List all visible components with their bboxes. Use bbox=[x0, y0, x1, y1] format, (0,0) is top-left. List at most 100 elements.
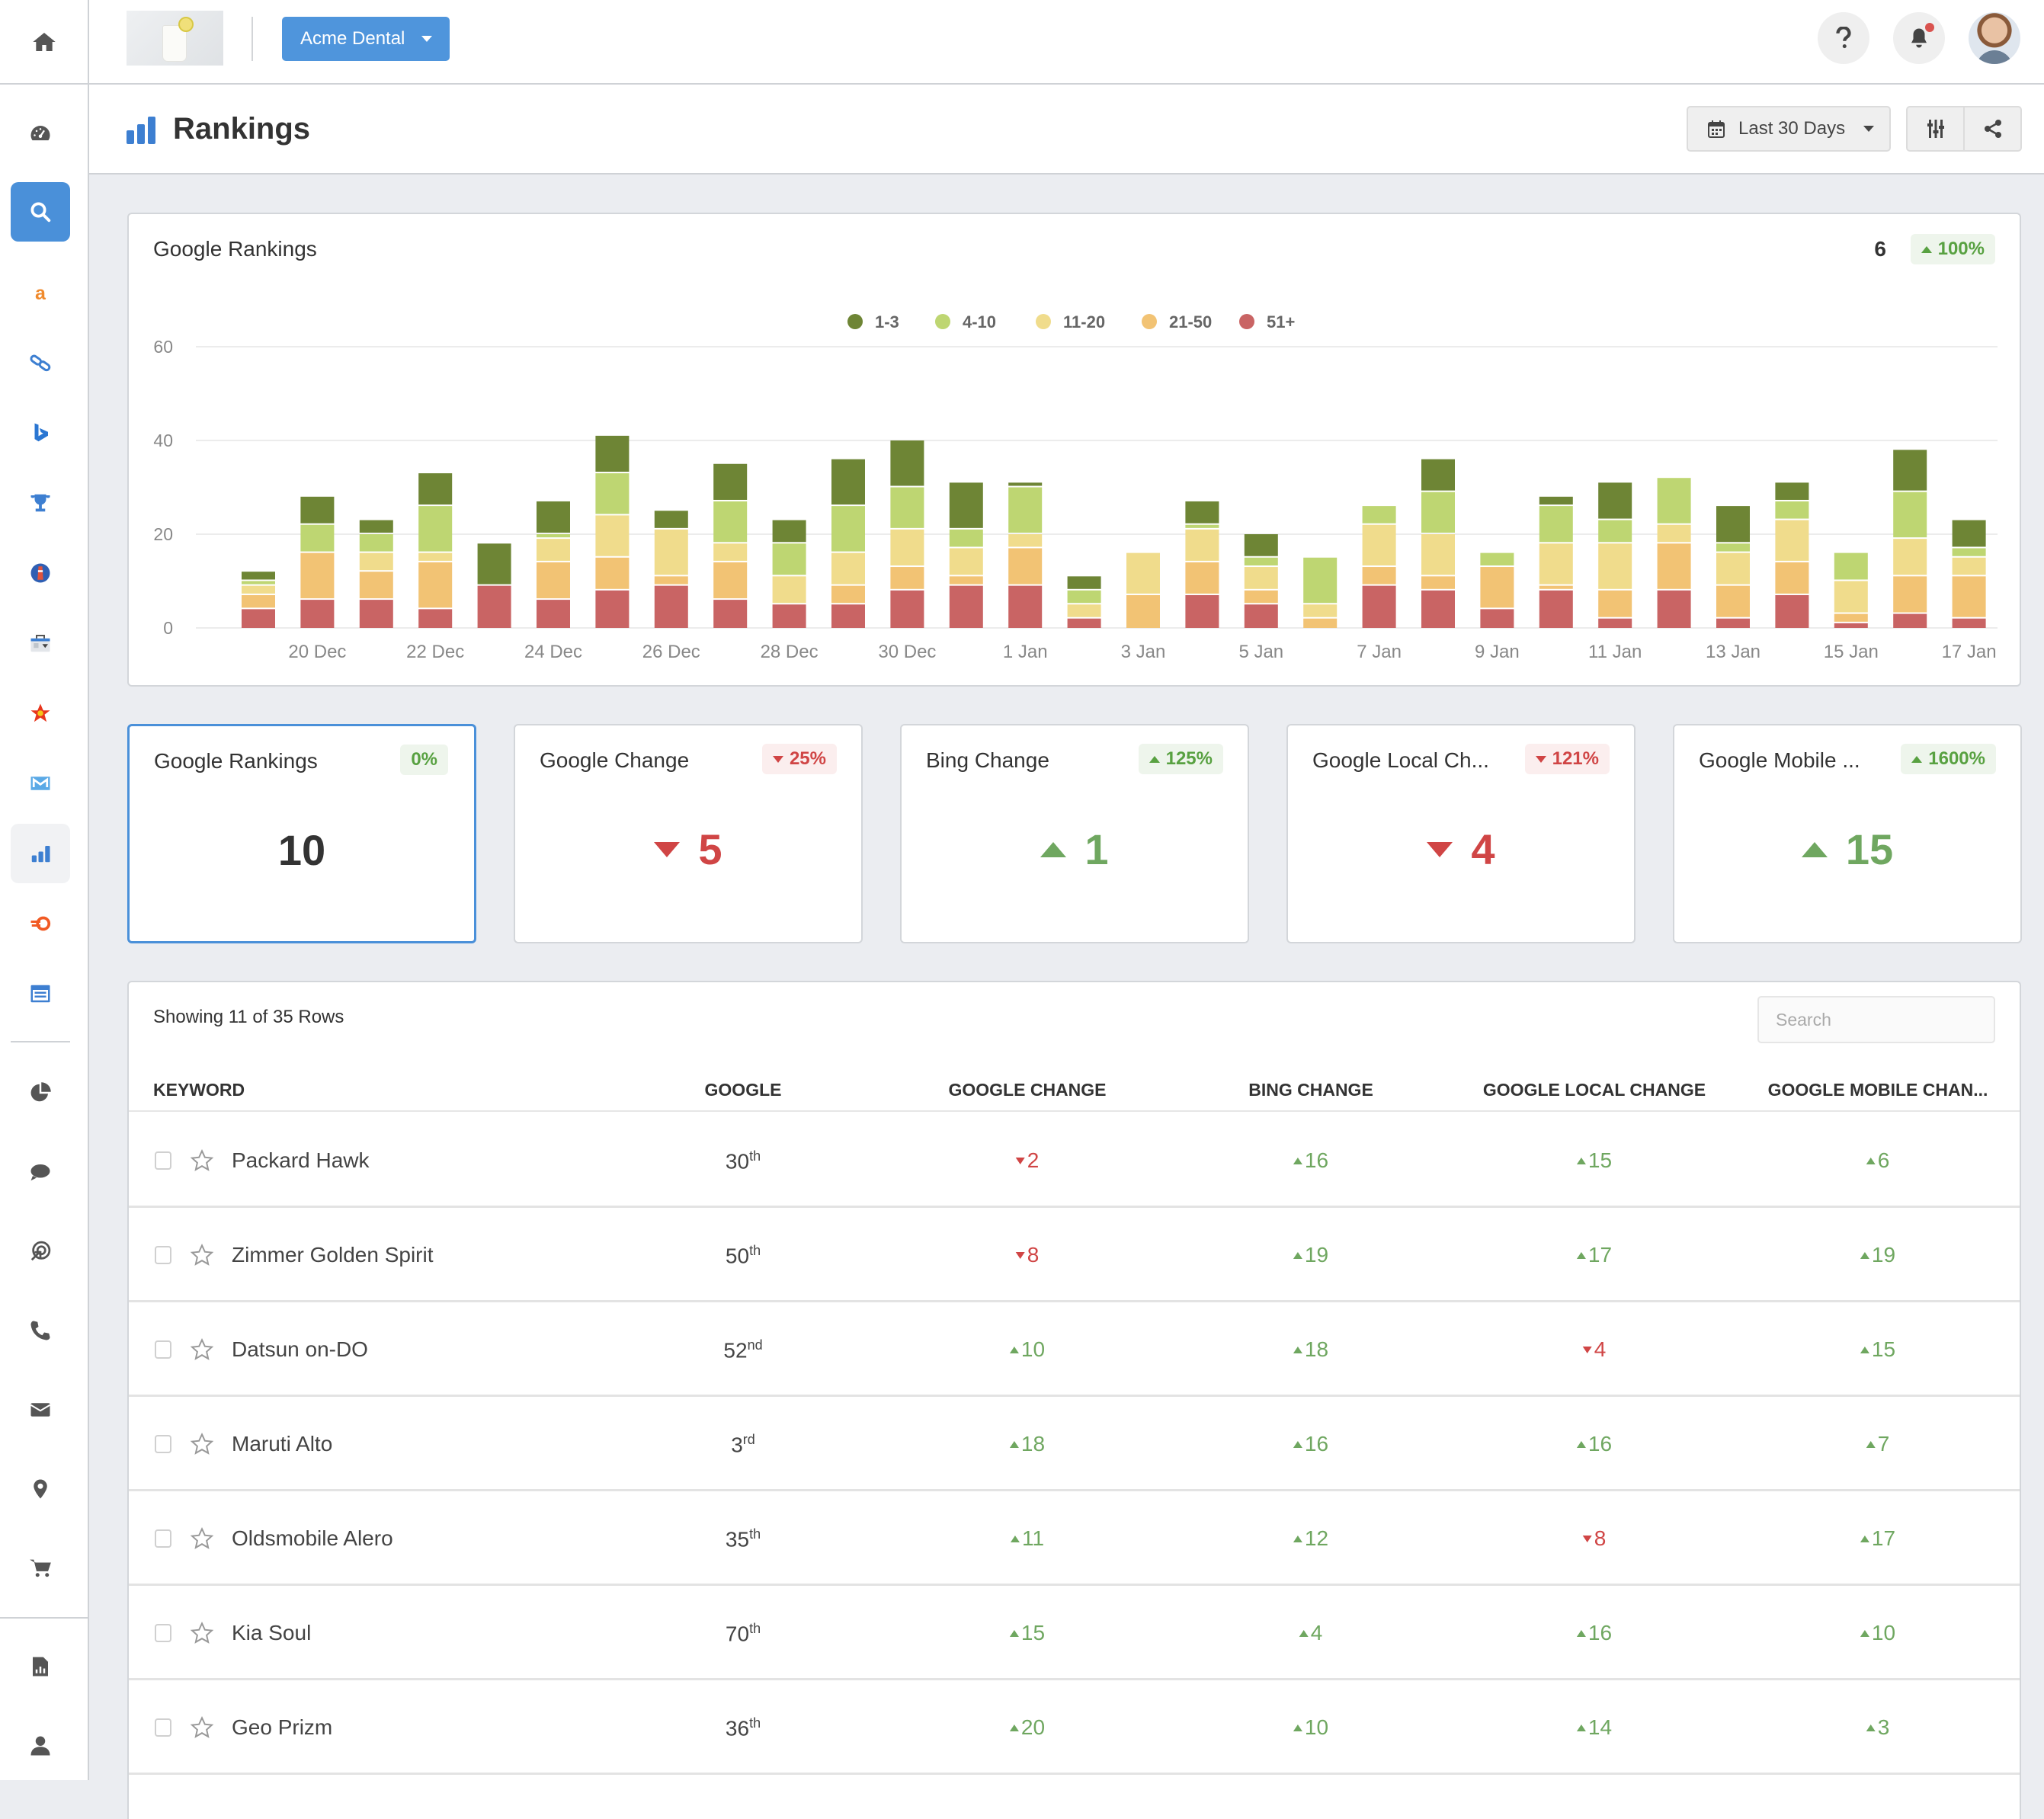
table-row[interactable]: Datsun on-DO 52nd 10 18 4 15 bbox=[129, 1302, 2020, 1397]
row-checkbox[interactable] bbox=[155, 1435, 171, 1453]
sidebar-item-email[interactable] bbox=[11, 1380, 70, 1440]
sidebar-item-analytics[interactable] bbox=[11, 1063, 70, 1122]
star-icon[interactable] bbox=[190, 1148, 214, 1173]
sidebar-item-account[interactable] bbox=[11, 1716, 70, 1776]
bar-segment-11-20 bbox=[1539, 543, 1573, 584]
column-header-google[interactable]: GOOGLE bbox=[705, 1080, 782, 1100]
column-header-google-mobile-change[interactable]: GOOGLE MOBILE CHAN... bbox=[1768, 1080, 1988, 1100]
keyword-name: Oldsmobile Alero bbox=[232, 1526, 393, 1550]
star-icon[interactable] bbox=[190, 1243, 214, 1267]
sidebar-item-semrush[interactable] bbox=[11, 894, 70, 953]
sidebar-item-seo[interactable] bbox=[11, 182, 70, 242]
stat-card-google-local-change[interactable]: Google Local Ch... 121% 4 bbox=[1286, 724, 1636, 943]
sidebar-item-lighthouse[interactable] bbox=[11, 543, 70, 603]
sidebar-item-ecommerce[interactable] bbox=[11, 1539, 70, 1598]
row-checkbox[interactable] bbox=[155, 1246, 171, 1264]
change-value: 18 bbox=[1020, 1432, 1046, 1456]
settings-button[interactable] bbox=[1908, 107, 1963, 150]
x-tick-label: 22 Dec bbox=[406, 642, 464, 662]
sidebar-item-social[interactable] bbox=[11, 1142, 70, 1202]
change-value: 16 bbox=[1587, 1432, 1613, 1456]
table-row[interactable]: Oldsmobile Alero 35th 11 12 8 17 bbox=[129, 1491, 2020, 1586]
bar-segment-4-10 bbox=[1775, 501, 1809, 519]
change-value: 15 bbox=[1587, 1148, 1613, 1172]
google-local-change-cell: 4 bbox=[1582, 1337, 1606, 1362]
search-icon bbox=[30, 202, 51, 223]
date-range-button[interactable]: Last 30 Days bbox=[1687, 106, 1891, 152]
notifications-button[interactable] bbox=[1893, 12, 1945, 64]
stat-value: 4 bbox=[1288, 825, 1634, 874]
bar-segment-51plus bbox=[831, 604, 865, 628]
sidebar-item-competitors[interactable] bbox=[11, 473, 70, 533]
sidebar-item-bing[interactable] bbox=[11, 403, 70, 463]
row-checkbox[interactable] bbox=[155, 1340, 171, 1359]
stat-label: Google Rankings bbox=[154, 749, 318, 773]
sidebar-item-reviews[interactable] bbox=[11, 684, 70, 743]
bar-segment-21-50 bbox=[1952, 576, 1986, 617]
sidebar-item-moz[interactable] bbox=[11, 754, 70, 813]
row-checkbox[interactable] bbox=[155, 1151, 171, 1170]
column-header-keyword[interactable]: KEYWORD bbox=[153, 1080, 245, 1100]
header-actions bbox=[1906, 106, 2022, 152]
bar-segment-21-50 bbox=[1834, 613, 1868, 622]
sidebar-item-reports[interactable] bbox=[11, 1637, 70, 1696]
stat-value: 15 bbox=[1674, 825, 2020, 874]
row-checkbox[interactable] bbox=[155, 1624, 171, 1642]
table-row[interactable]: Kia Soul 70th 15 4 16 10 bbox=[129, 1586, 2020, 1680]
table-row[interactable]: Packard Hawk 30th 2 16 15 6 bbox=[129, 1113, 2020, 1208]
share-button[interactable] bbox=[1963, 107, 2020, 150]
table-row[interactable]: Zimmer Golden Spirit 50th 8 19 17 19 bbox=[129, 1208, 2020, 1302]
sidebar-item-site-audit[interactable] bbox=[11, 613, 70, 673]
help-button[interactable] bbox=[1818, 12, 1869, 64]
google-rankings-chart-card: Google Rankings 6 100% 0 20 40 60 20 Dec 22 D… bbox=[127, 213, 2021, 687]
sidebar-item-pages[interactable] bbox=[11, 964, 70, 1023]
google-mobile-change-cell: 15 bbox=[1860, 1337, 1895, 1362]
bar-segment-21-50 bbox=[1539, 585, 1573, 589]
stat-card-bing-change[interactable]: Bing Change 125% 1 bbox=[900, 724, 1249, 943]
row-checkbox[interactable] bbox=[155, 1718, 171, 1737]
x-tick-label: 15 Jan bbox=[1824, 642, 1879, 662]
date-range-label: Last 30 Days bbox=[1738, 118, 1846, 139]
bar-segment-4-10 bbox=[300, 524, 335, 552]
bar-segment-51plus bbox=[1362, 585, 1396, 628]
google-mobile-change-cell: 6 bbox=[1866, 1148, 1889, 1173]
star-icon[interactable] bbox=[190, 1715, 214, 1740]
star-icon[interactable] bbox=[190, 1621, 214, 1645]
y-tick-label: 60 bbox=[153, 337, 173, 357]
sidebar-item-amazon[interactable]: a bbox=[11, 263, 70, 322]
client-selector-button[interactable]: Acme Dental bbox=[282, 17, 450, 61]
sidebar-item-rankings[interactable] bbox=[11, 824, 70, 883]
sidebar-item-dashboard[interactable] bbox=[11, 104, 70, 163]
x-tick-label: 17 Jan bbox=[1942, 642, 1997, 662]
table-row[interactable]: Maruti Alto 3rd 18 16 16 7 bbox=[129, 1397, 2020, 1491]
bar-segment-1-3 bbox=[713, 463, 748, 500]
column-header-google-change[interactable]: GOOGLE CHANGE bbox=[948, 1080, 1106, 1100]
row-checkbox[interactable] bbox=[155, 1529, 171, 1548]
column-header-bing-change[interactable]: BING CHANGE bbox=[1248, 1080, 1373, 1100]
bar-segment-1-3 bbox=[1539, 496, 1573, 505]
star-icon[interactable] bbox=[190, 1526, 214, 1551]
sidebar-item-backlinks[interactable] bbox=[11, 333, 70, 392]
bar-segment-1-3 bbox=[300, 496, 335, 524]
column-header-google-local-change[interactable]: GOOGLE LOCAL CHANGE bbox=[1483, 1080, 1706, 1100]
user-avatar[interactable] bbox=[1969, 12, 2020, 64]
sidebar-item-local[interactable] bbox=[11, 1459, 70, 1519]
table-row[interactable]: Geo Prizm 36th 20 10 14 3 bbox=[129, 1680, 2020, 1775]
sidebar-item-ppc[interactable] bbox=[11, 1222, 70, 1281]
bar-segment-11-20 bbox=[654, 529, 688, 575]
bing-change-cell: 18 bbox=[1293, 1337, 1328, 1362]
star-icon[interactable] bbox=[190, 1337, 214, 1362]
stat-card-google-change[interactable]: Google Change 25% 5 bbox=[514, 724, 863, 943]
bar-segment-11-20 bbox=[1303, 604, 1338, 617]
rank-suffix: rd bbox=[742, 1432, 755, 1447]
stat-card-google-rankings[interactable]: Google Rankings 0% 10 bbox=[127, 724, 476, 943]
search-input[interactable] bbox=[1757, 996, 1995, 1043]
bar-segment-21-50 bbox=[654, 576, 688, 584]
star-icon[interactable] bbox=[190, 1432, 214, 1456]
bar-segment-11-20 bbox=[1598, 543, 1632, 589]
sidebar-item-home[interactable] bbox=[0, 0, 88, 85]
bar-segment-1-3 bbox=[477, 543, 511, 584]
stat-card-google-mobile-change[interactable]: Google Mobile ... 1600% 15 bbox=[1673, 724, 2022, 943]
sidebar-item-calls[interactable] bbox=[11, 1301, 70, 1360]
bar-segment-11-20 bbox=[831, 552, 865, 584]
